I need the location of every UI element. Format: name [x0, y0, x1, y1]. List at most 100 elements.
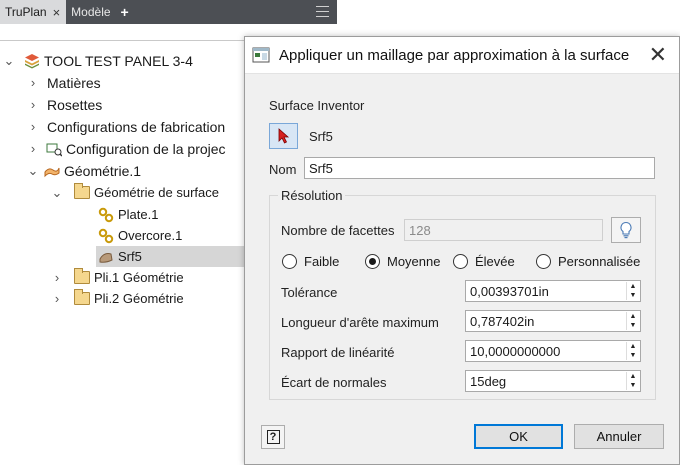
projection-icon — [46, 143, 62, 157]
tree-item-plate[interactable]: Plate.1 — [98, 204, 158, 225]
selected-surface-value: Srf5 — [309, 129, 333, 144]
surface-label: Surface Inventor — [269, 98, 365, 113]
chevron-right-icon[interactable]: › — [50, 291, 64, 306]
edge-length-field[interactable]: 0,787402in ▲ ▼ — [465, 310, 641, 332]
resolution-title: Résolution — [278, 188, 346, 203]
chevron-right-icon[interactable]: › — [26, 119, 40, 134]
radio-circle — [365, 254, 380, 269]
tolerance-value: 0,00393701in — [470, 283, 549, 299]
dialog-app-icon — [252, 47, 270, 63]
link-icon — [98, 207, 114, 222]
chevron-down-icon[interactable]: ⌄ — [50, 185, 64, 201]
radio-faible[interactable]: Faible — [282, 254, 339, 269]
name-field[interactable]: Srf5 — [304, 157, 655, 179]
tree-item-materials[interactable]: › Matières — [26, 72, 101, 93]
cancel-button[interactable]: Annuler — [574, 424, 664, 449]
part-stack-icon — [25, 53, 39, 68]
spinner[interactable]: ▲ ▼ — [626, 282, 639, 300]
help-button[interactable]: ? — [261, 425, 285, 449]
radio-elevee[interactable]: Élevée — [453, 254, 515, 269]
tree-item-ply2[interactable]: › Pli.2 Géométrie — [50, 288, 184, 309]
spinner[interactable]: ▲ ▼ — [626, 372, 639, 390]
aspect-ratio-field[interactable]: 10,0000000000 ▲ ▼ — [465, 340, 641, 362]
select-surface-button[interactable] — [269, 123, 298, 149]
aspect-ratio-label: Rapport de linéarité — [281, 345, 395, 360]
radio-moyenne[interactable]: Moyenne — [365, 254, 440, 269]
radio-label: Personnalisée — [558, 254, 641, 269]
close-icon[interactable]: ✕ — [649, 44, 667, 66]
normal-deviation-label: Écart de normales — [281, 375, 387, 390]
tab-modele[interactable]: Modèle — [66, 0, 116, 24]
spin-up-icon[interactable]: ▲ — [627, 312, 639, 321]
tolerance-label: Tolérance — [281, 285, 338, 300]
edge-length-value: 0,787402in — [470, 313, 535, 329]
spin-down-icon[interactable]: ▼ — [627, 291, 639, 300]
chevron-right-icon[interactable]: › — [26, 75, 40, 90]
lightbulb-icon — [620, 221, 632, 239]
tab-truplan[interactable]: TruPlan × — [0, 0, 67, 24]
menu-icon[interactable] — [316, 6, 329, 17]
tree-item-overcore[interactable]: Overcore.1 — [98, 225, 182, 246]
edge-length-label: Longueur d'arête maximum — [281, 315, 439, 330]
radio-circle — [536, 254, 551, 269]
folder-icon — [74, 268, 90, 284]
tree-item-label: Configuration de la projec — [66, 140, 226, 157]
spin-down-icon[interactable]: ▼ — [627, 321, 639, 330]
spinner[interactable]: ▲ ▼ — [626, 342, 639, 360]
tree-item-label: Srf5 — [118, 249, 142, 264]
surface-mesh-icon — [99, 252, 113, 263]
tree-item-rosettes[interactable]: › Rosettes — [26, 94, 102, 115]
tree-item-label: Configurations de fabrication — [47, 118, 226, 135]
tree-item-label: Géométrie de surface — [94, 185, 220, 200]
spin-up-icon[interactable]: ▲ — [627, 372, 639, 381]
normal-deviation-value: 15deg — [470, 373, 507, 389]
normal-deviation-field[interactable]: 15deg ▲ ▼ — [465, 370, 641, 392]
radio-circle — [282, 254, 297, 269]
chevron-right-icon[interactable]: › — [26, 97, 40, 112]
tree-item-root[interactable]: ⌄ TOOL TEST PANEL 3-4 — [2, 50, 193, 71]
chevron-right-icon[interactable]: › — [50, 270, 64, 285]
cursor-arrow-icon — [278, 128, 289, 144]
tree-item-label: Pli.2 Géométrie — [94, 291, 184, 306]
browser-tabbar: TruPlan × Modèle + — [0, 0, 337, 24]
spinner[interactable]: ▲ ▼ — [626, 312, 639, 330]
tree-item-fabrication-configs[interactable]: › Configurations de fabrication — [26, 116, 225, 137]
tree-item-label: Rosettes — [47, 96, 103, 113]
chevron-down-icon[interactable]: ⌄ — [2, 53, 16, 69]
spin-up-icon[interactable]: ▲ — [627, 342, 639, 351]
tree-item-label: Matières — [47, 74, 101, 91]
radio-label: Faible — [304, 254, 340, 269]
mesh-dialog: Appliquer un maillage par approximation … — [244, 36, 680, 465]
link-icon — [98, 228, 114, 243]
tab-label: TruPlan — [5, 5, 47, 19]
spin-down-icon[interactable]: ▼ — [627, 381, 639, 390]
chevron-right-icon[interactable]: › — [26, 141, 40, 156]
name-label: Nom — [269, 162, 297, 177]
tree-item-label: Géométrie.1 — [64, 162, 142, 179]
tree-item-ply1[interactable]: › Pli.1 Géométrie — [50, 267, 184, 288]
lightbulb-button[interactable] — [611, 217, 641, 243]
help-icon: ? — [266, 430, 280, 444]
tree-item-label: Plate.1 — [118, 207, 159, 222]
close-icon[interactable]: × — [53, 6, 61, 19]
radio-personnalisee[interactable]: Personnalisée — [536, 254, 640, 269]
tree-item-label: Pli.1 Géométrie — [94, 270, 184, 285]
tree-item-projection-config[interactable]: › Configuration de la projec — [26, 138, 226, 159]
add-tab-icon[interactable]: + — [117, 0, 133, 24]
ok-button[interactable]: OK — [474, 424, 563, 449]
spin-down-icon[interactable]: ▼ — [627, 351, 639, 360]
dialog-titlebar[interactable]: Appliquer un maillage par approximation … — [245, 37, 679, 74]
aspect-ratio-value: 10,0000000000 — [470, 343, 561, 359]
tree-item-label: Overcore.1 — [118, 228, 183, 243]
spin-up-icon[interactable]: ▲ — [627, 282, 639, 291]
folder-icon — [74, 183, 90, 199]
radio-label: Élevée — [475, 254, 515, 269]
tree-item-geometry[interactable]: ⌄ Géométrie.1 — [26, 160, 142, 181]
facets-field[interactable]: 128 — [404, 219, 603, 241]
tab-label: Modèle — [71, 5, 111, 19]
folder-icon — [74, 289, 90, 305]
chevron-down-icon[interactable]: ⌄ — [26, 163, 40, 179]
tolerance-field[interactable]: 0,00393701in ▲ ▼ — [465, 280, 641, 302]
tree-item-surface-geometry[interactable]: ⌄ Géométrie de surface — [50, 182, 219, 203]
tree-item-srf5[interactable]: Srf5 — [96, 246, 244, 267]
